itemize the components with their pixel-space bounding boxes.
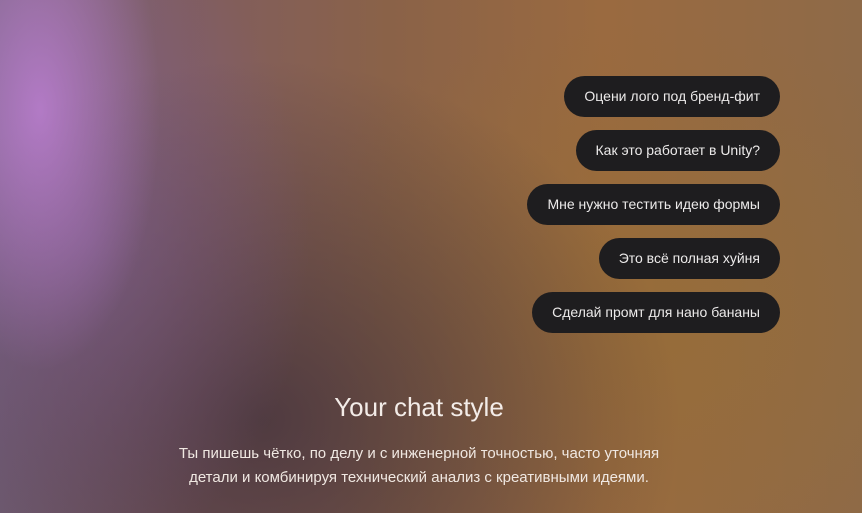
- chat-style-title: Your chat style: [334, 392, 504, 422]
- suggestion-chip-logo-brand-fit[interactable]: Оцени лого под бренд-фит: [564, 76, 780, 117]
- suggestion-chip-nano-banana-prompt[interactable]: Сделай промт для нано бананы: [532, 292, 780, 333]
- suggestion-chips: Оцени лого под бренд-фит Как это работае…: [527, 76, 780, 333]
- suggestion-chip-test-form-idea[interactable]: Мне нужно тестить идею формы: [527, 184, 780, 225]
- suggestion-chip-unity[interactable]: Как это работает в Unity?: [575, 130, 780, 171]
- chat-style-description-line-1: Ты пишешь чётко, по делу и с инженерной …: [178, 445, 660, 462]
- chat-style-description-line-2: детали и комбинируя технический анализ с…: [189, 469, 649, 486]
- suggestion-chip-complaint[interactable]: Это всё полная хуйня: [598, 238, 780, 279]
- chat-style-description: Ты пишешь чётко, по делу и с инженерной …: [0, 442, 838, 490]
